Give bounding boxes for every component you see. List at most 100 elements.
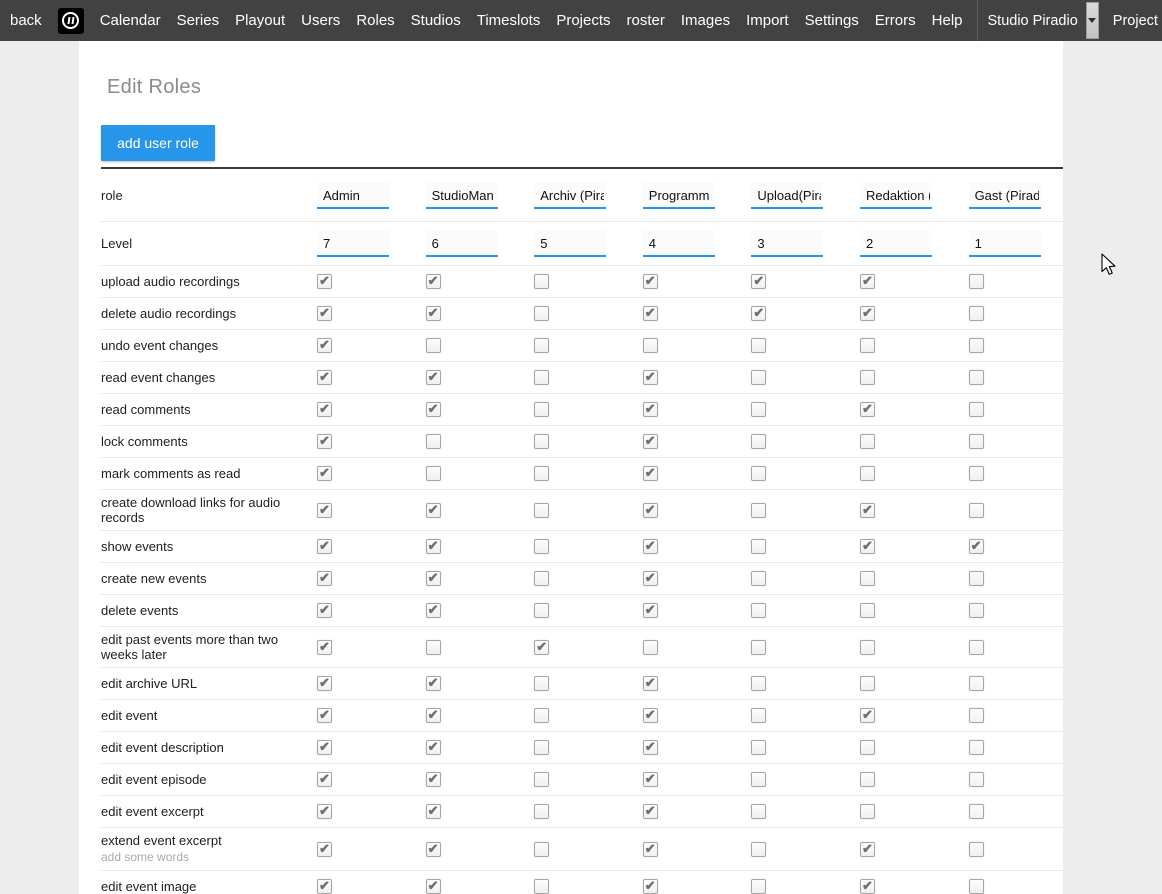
permission-checkbox[interactable] bbox=[426, 842, 441, 857]
add-user-role-button[interactable]: add user role bbox=[101, 125, 215, 161]
nav-item-users[interactable]: Users bbox=[301, 12, 340, 29]
permission-checkbox[interactable] bbox=[643, 740, 658, 755]
permission-checkbox[interactable] bbox=[751, 603, 766, 618]
permission-checkbox[interactable] bbox=[860, 503, 875, 518]
permission-checkbox[interactable] bbox=[969, 539, 984, 554]
role-name-input[interactable] bbox=[534, 182, 606, 209]
role-name-input[interactable] bbox=[643, 182, 715, 209]
permission-checkbox[interactable] bbox=[534, 274, 549, 289]
permission-checkbox[interactable] bbox=[751, 842, 766, 857]
permission-checkbox[interactable] bbox=[751, 338, 766, 353]
permission-checkbox[interactable] bbox=[751, 503, 766, 518]
nav-item-images[interactable]: Images bbox=[681, 12, 730, 29]
permission-checkbox[interactable] bbox=[751, 740, 766, 755]
permission-checkbox[interactable] bbox=[643, 306, 658, 321]
permission-checkbox[interactable] bbox=[860, 879, 875, 894]
nav-item-settings[interactable]: Settings bbox=[805, 12, 859, 29]
permission-checkbox[interactable] bbox=[860, 338, 875, 353]
chevron-down-icon[interactable] bbox=[1086, 2, 1099, 39]
permission-checkbox[interactable] bbox=[426, 571, 441, 586]
permission-checkbox[interactable] bbox=[860, 466, 875, 481]
permission-checkbox[interactable] bbox=[860, 842, 875, 857]
nav-item-help[interactable]: Help bbox=[932, 12, 963, 29]
permission-checkbox[interactable] bbox=[534, 804, 549, 819]
permission-checkbox[interactable] bbox=[317, 676, 332, 691]
permission-checkbox[interactable] bbox=[969, 338, 984, 353]
permission-checkbox[interactable] bbox=[751, 640, 766, 655]
permission-checkbox[interactable] bbox=[534, 603, 549, 618]
role-name-input[interactable] bbox=[426, 182, 498, 209]
permission-checkbox[interactable] bbox=[426, 640, 441, 655]
permission-checkbox[interactable] bbox=[643, 539, 658, 554]
permission-checkbox[interactable] bbox=[534, 708, 549, 723]
nav-item-studios[interactable]: Studios bbox=[411, 12, 461, 29]
permission-checkbox[interactable] bbox=[969, 306, 984, 321]
permission-checkbox[interactable] bbox=[751, 708, 766, 723]
permission-checkbox[interactable] bbox=[969, 804, 984, 819]
permission-checkbox[interactable] bbox=[426, 539, 441, 554]
permission-checkbox[interactable] bbox=[969, 503, 984, 518]
nav-item-playout[interactable]: Playout bbox=[235, 12, 285, 29]
permission-checkbox[interactable] bbox=[969, 879, 984, 894]
permission-checkbox[interactable] bbox=[969, 842, 984, 857]
permission-checkbox[interactable] bbox=[751, 804, 766, 819]
permission-checkbox[interactable] bbox=[426, 338, 441, 353]
permission-checkbox[interactable] bbox=[534, 879, 549, 894]
permission-checkbox[interactable] bbox=[317, 274, 332, 289]
permission-checkbox[interactable] bbox=[969, 740, 984, 755]
permission-checkbox[interactable] bbox=[317, 804, 332, 819]
permission-checkbox[interactable] bbox=[643, 842, 658, 857]
permission-checkbox[interactable] bbox=[317, 466, 332, 481]
permission-checkbox[interactable] bbox=[317, 434, 332, 449]
permission-checkbox[interactable] bbox=[969, 434, 984, 449]
permission-checkbox[interactable] bbox=[534, 539, 549, 554]
permission-checkbox[interactable] bbox=[969, 603, 984, 618]
permission-checkbox[interactable] bbox=[751, 539, 766, 554]
permission-checkbox[interactable] bbox=[317, 603, 332, 618]
permission-checkbox[interactable] bbox=[317, 772, 332, 787]
permission-checkbox[interactable] bbox=[969, 571, 984, 586]
permission-checkbox[interactable] bbox=[426, 676, 441, 691]
nav-item-series[interactable]: Series bbox=[177, 12, 220, 29]
permission-checkbox[interactable] bbox=[317, 370, 332, 385]
permission-checkbox[interactable] bbox=[534, 842, 549, 857]
permission-checkbox[interactable] bbox=[643, 772, 658, 787]
permission-checkbox[interactable] bbox=[317, 571, 332, 586]
permission-checkbox[interactable] bbox=[643, 640, 658, 655]
role-name-input[interactable] bbox=[860, 182, 932, 209]
permission-checkbox[interactable] bbox=[751, 466, 766, 481]
permission-checkbox[interactable] bbox=[860, 539, 875, 554]
permission-checkbox[interactable] bbox=[751, 571, 766, 586]
permission-checkbox[interactable] bbox=[426, 708, 441, 723]
permission-checkbox[interactable] bbox=[860, 306, 875, 321]
permission-checkbox[interactable] bbox=[969, 640, 984, 655]
permission-checkbox[interactable] bbox=[860, 274, 875, 289]
permission-checkbox[interactable] bbox=[534, 676, 549, 691]
permission-checkbox[interactable] bbox=[860, 402, 875, 417]
permission-checkbox[interactable] bbox=[534, 402, 549, 417]
permission-checkbox[interactable] bbox=[969, 708, 984, 723]
permission-checkbox[interactable] bbox=[317, 306, 332, 321]
nav-item-calendar[interactable]: Calendar bbox=[100, 12, 161, 29]
permission-checkbox[interactable] bbox=[969, 274, 984, 289]
permission-checkbox[interactable] bbox=[751, 370, 766, 385]
permission-checkbox[interactable] bbox=[860, 708, 875, 723]
role-level-input[interactable] bbox=[969, 230, 1041, 257]
permission-checkbox[interactable] bbox=[751, 676, 766, 691]
permission-checkbox[interactable] bbox=[534, 370, 549, 385]
permission-checkbox[interactable] bbox=[860, 603, 875, 618]
permission-checkbox[interactable] bbox=[426, 466, 441, 481]
permission-checkbox[interactable] bbox=[751, 306, 766, 321]
permission-checkbox[interactable] bbox=[643, 402, 658, 417]
role-level-input[interactable] bbox=[751, 230, 823, 257]
permission-checkbox[interactable] bbox=[751, 274, 766, 289]
permission-checkbox[interactable] bbox=[643, 434, 658, 449]
permission-checkbox[interactable] bbox=[751, 434, 766, 449]
permission-checkbox[interactable] bbox=[426, 503, 441, 518]
role-level-input[interactable] bbox=[860, 230, 932, 257]
permission-checkbox[interactable] bbox=[860, 740, 875, 755]
permission-checkbox[interactable] bbox=[534, 306, 549, 321]
permission-checkbox[interactable] bbox=[534, 740, 549, 755]
nav-item-import[interactable]: Import bbox=[746, 12, 789, 29]
permission-checkbox[interactable] bbox=[317, 740, 332, 755]
